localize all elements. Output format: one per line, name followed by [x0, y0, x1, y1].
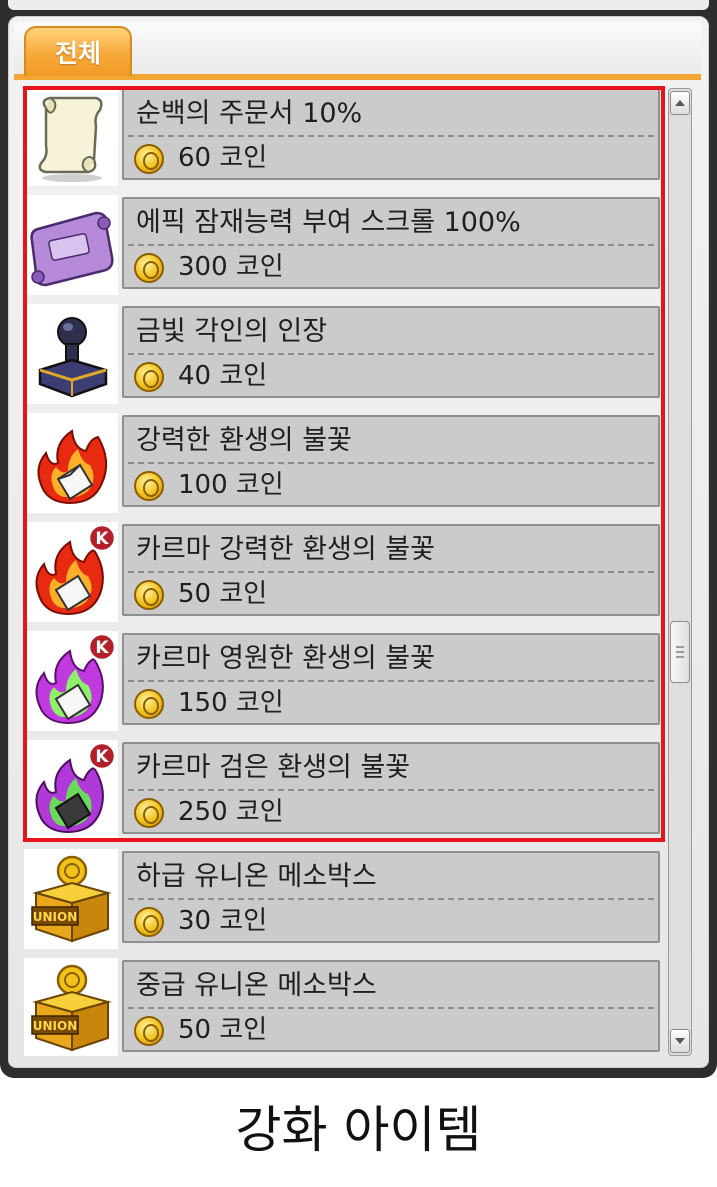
item-divider — [128, 244, 654, 246]
item-name: 하급 유니온 메소박스 — [136, 861, 377, 892]
list-item[interactable]: UNION 중급 유니온 메소박스 50 코인 — [18, 956, 664, 1056]
item-name: 에픽 잠재능력 부여 스크롤 100% — [136, 207, 521, 238]
item-divider — [128, 680, 654, 682]
item-info-box: 카르마 검은 환생의 불꽃 250 코인 — [122, 742, 660, 834]
arrow-up-icon — [675, 100, 685, 106]
item-divider — [128, 462, 654, 464]
union-label: UNION — [33, 1019, 78, 1033]
karma-eternal-rebirth-flame-icon: K — [24, 631, 118, 731]
karma-badge-letter: K — [95, 529, 109, 549]
coin-icon — [134, 907, 164, 937]
coin-icon — [134, 1016, 164, 1046]
karma-powerful-rebirth-flame-icon: K — [24, 522, 118, 622]
list-item[interactable]: 강력한 환생의 불꽃 100 코인 — [18, 411, 664, 515]
white-scroll-icon — [24, 86, 118, 186]
item-name: 금빛 각인의 인장 — [136, 316, 328, 347]
item-info-box: 순백의 주문서 10% 60 코인 — [122, 88, 660, 180]
item-name: 중급 유니온 메소박스 — [136, 970, 377, 1001]
item-name: 카르마 영원한 환생의 불꽃 — [136, 643, 435, 674]
coin-icon — [134, 689, 164, 719]
scroll-down-button[interactable] — [670, 1029, 690, 1053]
item-info-box: 하급 유니온 메소박스 30 코인 — [122, 851, 660, 943]
coin-icon — [134, 253, 164, 283]
item-price: 40 코인 — [178, 361, 268, 391]
item-price: 50 코인 — [178, 579, 268, 609]
item-name: 순백의 주문서 10% — [136, 98, 363, 129]
golden-seal-icon — [24, 304, 118, 404]
coin-icon — [134, 144, 164, 174]
list-item[interactable]: 금빛 각인의 인장 40 코인 — [18, 302, 664, 406]
item-info-box: 중급 유니온 메소박스 50 코인 — [122, 960, 660, 1052]
item-list: 순백의 주문서 10% 60 코인 에픽 잠재능력 부여 스크롤 100% 30… — [18, 84, 664, 1056]
list-item[interactable]: K 카르마 강력한 환생의 불꽃 50 코인 — [18, 520, 664, 624]
item-divider — [128, 1007, 654, 1009]
karma-badge-letter: K — [95, 638, 109, 658]
item-info-box: 금빛 각인의 인장 40 코인 — [122, 306, 660, 398]
list-item[interactable]: K 카르마 영원한 환생의 불꽃 150 코인 — [18, 629, 664, 733]
item-price: 250 코인 — [178, 797, 284, 827]
item-price: 150 코인 — [178, 688, 284, 718]
item-price: 30 코인 — [178, 906, 268, 936]
list-item[interactable]: UNION 하급 유니온 메소박스 30 코인 — [18, 847, 664, 951]
scroll-up-button[interactable] — [670, 91, 690, 115]
powerful-rebirth-flame-icon — [24, 413, 118, 513]
scroll-thumb[interactable] — [670, 621, 690, 683]
item-price: 300 코인 — [178, 252, 284, 282]
union-label: UNION — [33, 910, 78, 924]
karma-black-rebirth-flame-icon: K — [24, 740, 118, 840]
union-meso-box-icon: UNION — [24, 849, 118, 949]
item-info-box: 에픽 잠재능력 부여 스크롤 100% 300 코인 — [122, 197, 660, 289]
item-info-box: 강력한 환생의 불꽃 100 코인 — [122, 415, 660, 507]
karma-badge-letter: K — [95, 747, 109, 767]
epic-potential-scroll-icon — [24, 195, 118, 295]
arrow-down-icon — [675, 1038, 685, 1044]
item-divider — [128, 789, 654, 791]
item-price: 60 코인 — [178, 143, 268, 173]
list-item[interactable]: 에픽 잠재능력 부여 스크롤 100% 300 코인 — [18, 193, 664, 297]
list-item[interactable]: 순백의 주문서 10% 60 코인 — [18, 84, 664, 188]
item-info-box: 카르마 강력한 환생의 불꽃 50 코인 — [122, 524, 660, 616]
union-meso-box-icon: UNION — [24, 958, 118, 1056]
tab-all[interactable]: 전체 — [24, 26, 132, 76]
coin-shop-window: 전체 순백의 주문서 10% 60 코인 에픽 잠재능력 부여 스크롤 100%… — [0, 0, 717, 1078]
item-price: 100 코인 — [178, 470, 284, 500]
item-name: 카르마 강력한 환생의 불꽃 — [136, 534, 435, 565]
item-divider — [128, 898, 654, 900]
scrollbar[interactable] — [668, 88, 692, 1056]
coin-icon — [134, 362, 164, 392]
item-name: 카르마 검은 환생의 불꽃 — [136, 752, 411, 783]
item-name: 강력한 환생의 불꽃 — [136, 425, 352, 456]
item-info-box: 카르마 영원한 환생의 불꽃 150 코인 — [122, 633, 660, 725]
list-item[interactable]: K 카르마 검은 환생의 불꽃 250 코인 — [18, 738, 664, 842]
window-top-edge — [8, 0, 709, 10]
caption: 강화 아이템 — [235, 1101, 482, 1159]
coin-icon — [134, 580, 164, 610]
item-divider — [128, 135, 654, 137]
item-divider — [128, 571, 654, 573]
coin-icon — [134, 798, 164, 828]
item-price: 50 코인 — [178, 1015, 268, 1045]
item-divider — [128, 353, 654, 355]
coin-icon — [134, 471, 164, 501]
